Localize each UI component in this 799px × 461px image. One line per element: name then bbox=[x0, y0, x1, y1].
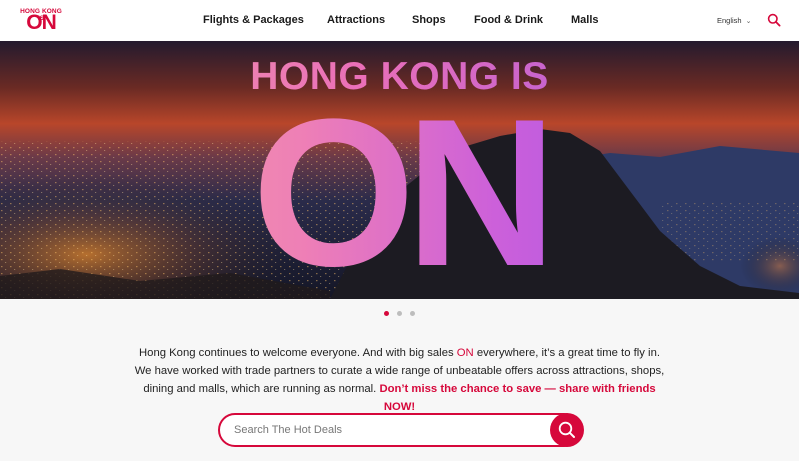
search-icon[interactable] bbox=[767, 13, 781, 27]
nav-flights-packages[interactable]: Flights & Packages bbox=[203, 0, 304, 41]
nav-attractions[interactable]: Attractions bbox=[327, 0, 385, 41]
nav-malls[interactable]: Malls bbox=[571, 0, 599, 41]
language-selected: English bbox=[717, 16, 742, 25]
intro-text-1: Hong Kong continues to welcome everyone.… bbox=[139, 347, 457, 359]
carousel-dot-3[interactable] bbox=[410, 311, 415, 316]
hot-deals-search-bar bbox=[218, 413, 584, 447]
intro-highlight-on: ON bbox=[456, 347, 474, 359]
chevron-down-icon: ⌄ bbox=[745, 18, 752, 25]
carousel-pagination bbox=[0, 311, 799, 316]
nav-shops[interactable]: Shops bbox=[412, 0, 446, 41]
nav-food-drink[interactable]: Food & Drink bbox=[474, 0, 543, 41]
carousel-dot-2[interactable] bbox=[397, 311, 402, 316]
hero-headline-line2: ON bbox=[0, 83, 799, 300]
intro-call-to-action[interactable]: Don’t miss the chance to save — share wi… bbox=[379, 383, 655, 413]
hero-banner[interactable]: HONG KONG IS ON bbox=[0, 41, 799, 299]
carousel-dot-1[interactable] bbox=[384, 311, 389, 316]
site-header: HONG KONG IS ON Flights & Packages Attra… bbox=[0, 0, 799, 41]
hot-deals-search-button[interactable] bbox=[550, 413, 584, 447]
search-icon bbox=[558, 421, 575, 438]
hot-deals-search-input[interactable] bbox=[234, 415, 534, 445]
intro-paragraph: Hong Kong continues to welcome everyone.… bbox=[130, 344, 669, 416]
language-selector[interactable]: English ⌄ bbox=[717, 0, 751, 41]
logo-bottom-text: ON bbox=[26, 11, 57, 34]
hong-kong-is-on-logo[interactable]: HONG KONG IS ON bbox=[19, 8, 63, 34]
